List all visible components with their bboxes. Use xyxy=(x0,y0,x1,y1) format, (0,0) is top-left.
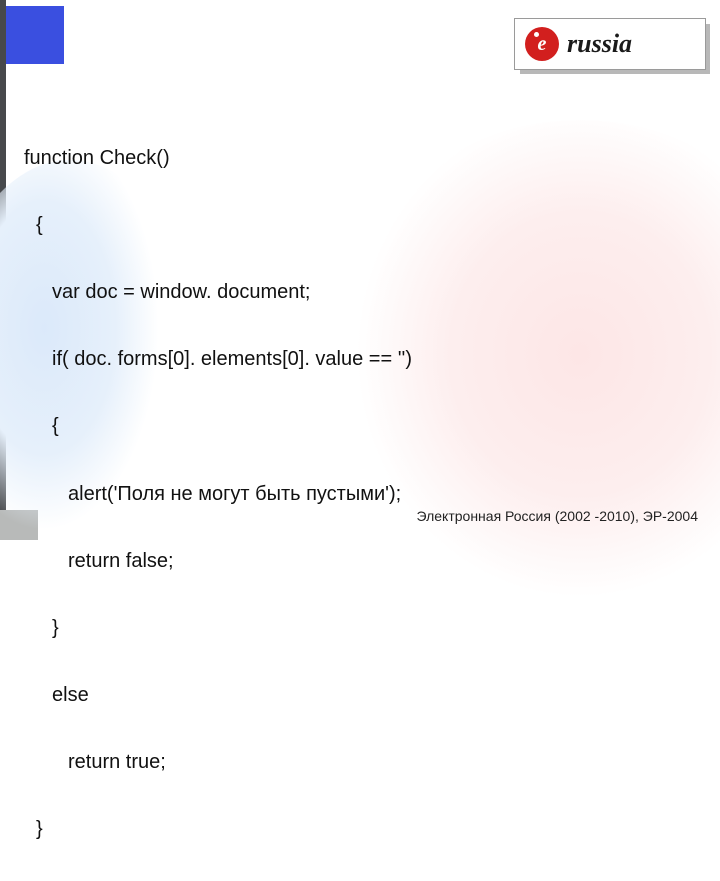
logo-e-letter: e xyxy=(538,34,547,54)
accent-square xyxy=(6,6,64,64)
code-block: function Check() { var doc = window. doc… xyxy=(24,108,680,881)
code-line: return true; xyxy=(24,746,680,780)
code-line: return false; xyxy=(24,545,680,579)
logo-e-icon: e xyxy=(525,27,559,61)
code-line: function Check() xyxy=(24,142,680,176)
code-line: { xyxy=(24,410,680,444)
code-line: } xyxy=(24,612,680,646)
code-line: } xyxy=(24,813,680,847)
logo-text: russia xyxy=(567,29,632,59)
code-line: alert('Поля не могут быть пустыми'); xyxy=(24,478,680,512)
code-line: var doc = window. document; xyxy=(24,276,680,310)
footer-text: Электронная Россия (2002 -2010), ЭР-2004 xyxy=(417,508,699,524)
code-line: if( doc. forms[0]. elements[0]. value ==… xyxy=(24,343,680,377)
logo-badge-inner: e russia xyxy=(514,18,706,70)
logo-badge: e russia xyxy=(514,18,706,70)
code-line: { xyxy=(24,209,680,243)
code-line: else xyxy=(24,679,680,713)
